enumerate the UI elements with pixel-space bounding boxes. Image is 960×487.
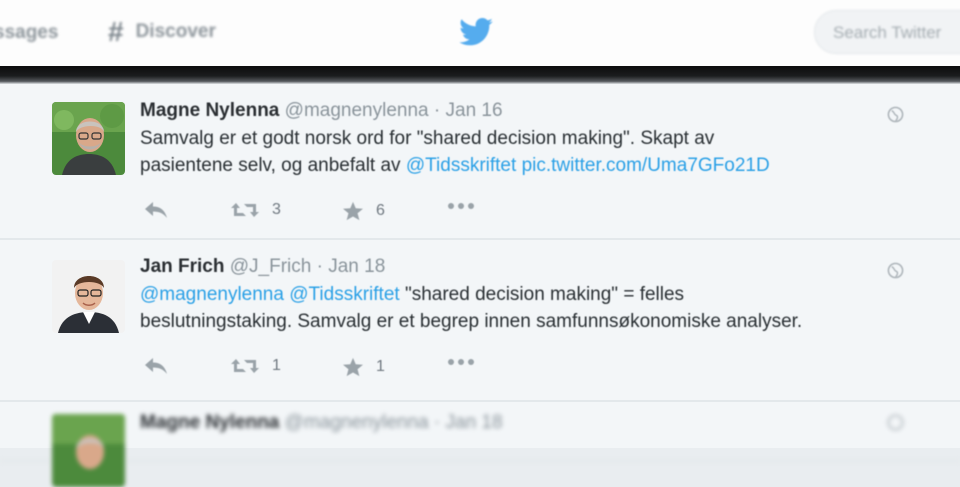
mention-link[interactable]: @Tidsskriftet — [406, 155, 516, 176]
header-shadow — [0, 66, 960, 84]
retweet-button[interactable]: 3 — [230, 201, 281, 219]
author-handle[interactable]: @magnenylenna — [285, 412, 429, 433]
nav-discover-label: Discover — [135, 21, 216, 42]
reply-button[interactable] — [144, 201, 168, 219]
author-name[interactable]: Jan Frich — [140, 256, 224, 277]
star-icon — [343, 357, 363, 377]
search-box[interactable] — [814, 10, 960, 54]
star-icon — [343, 201, 363, 221]
top-navigation-bar: ssages # Discover — [0, 0, 960, 68]
tweet-text-line: beslutningstaking. Samvalg er et begrep … — [140, 311, 803, 332]
mention-link[interactable]: @magnenylenna — [140, 284, 284, 305]
tweet-text: @magnenylenna @Tidsskriftet "shared deci… — [140, 281, 900, 335]
avatar[interactable] — [52, 102, 125, 175]
tweet-content: Magne Nylenna @magnenylenna · Jan 18 — [140, 410, 900, 436]
timeline: Magne Nylenna @magnenylenna · Jan 16 Sam… — [0, 84, 960, 487]
favorite-button[interactable]: 1 — [342, 357, 385, 377]
globe-icon — [887, 106, 904, 123]
tweet-text-line: pasientene selv, og anbefalt av — [140, 155, 406, 176]
more-button[interactable] — [446, 201, 476, 211]
hashtag-icon: # — [108, 16, 124, 47]
tweet-actions: 3 6 — [140, 201, 900, 231]
nav-discover-link[interactable]: # Discover — [108, 18, 216, 46]
favorite-button[interactable]: 6 — [342, 201, 385, 221]
reply-button[interactable] — [144, 357, 168, 375]
tweet-content: Magne Nylenna @magnenylenna · Jan 16 Sam… — [140, 98, 900, 231]
reply-icon — [145, 202, 167, 218]
globe-icon — [887, 414, 904, 431]
retweet-count: 1 — [272, 357, 281, 374]
more-icon — [448, 203, 474, 209]
pic-link[interactable]: pic.twitter.com/Uma7GFo21D — [522, 155, 770, 176]
nav-messages-link[interactable]: ssages — [0, 22, 58, 44]
search-input[interactable] — [833, 23, 960, 43]
tweet-actions: 1 1 — [140, 357, 900, 387]
retweet-button[interactable]: 1 — [230, 357, 281, 375]
globe-icon — [887, 262, 904, 279]
tweet[interactable]: Jan Frich @J_Frich · Jan 18 @magnenylenn… — [0, 240, 960, 402]
author-handle[interactable]: @J_Frich — [230, 256, 312, 277]
avatar[interactable] — [52, 260, 125, 333]
tweet-text-line: Samvalg er et godt norsk ord for "shared… — [140, 128, 715, 149]
tweet-date[interactable]: · Jan 18 — [434, 412, 503, 433]
favorite-count: 6 — [376, 202, 385, 219]
tweet-text: Samvalg er et godt norsk ord for "shared… — [140, 125, 900, 179]
reply-icon — [145, 358, 167, 374]
tweet[interactable]: Magne Nylenna @magnenylenna · Jan 18 — [0, 402, 960, 487]
retweet-icon — [231, 203, 259, 217]
tweet-date[interactable]: · Jan 18 — [317, 256, 386, 277]
retweet-icon — [231, 359, 259, 373]
tweet-header: Magne Nylenna @magnenylenna · Jan 16 — [140, 98, 900, 124]
tweet-header: Jan Frich @J_Frich · Jan 18 — [140, 254, 900, 280]
author-name[interactable]: Magne Nylenna — [140, 100, 279, 121]
author-handle[interactable]: @magnenylenna — [285, 100, 429, 121]
twitter-bird-icon[interactable] — [459, 18, 493, 51]
tweet-header: Magne Nylenna @magnenylenna · Jan 18 — [140, 410, 900, 436]
tweet[interactable]: Magne Nylenna @magnenylenna · Jan 16 Sam… — [0, 84, 960, 240]
favorite-count: 1 — [376, 358, 385, 375]
more-icon — [448, 359, 474, 365]
more-button[interactable] — [446, 357, 476, 367]
avatar[interactable] — [52, 414, 125, 487]
author-name[interactable]: Magne Nylenna — [140, 412, 279, 433]
retweet-count: 3 — [272, 201, 281, 218]
mention-link[interactable]: @Tidsskriftet — [289, 284, 399, 305]
tweet-content: Jan Frich @J_Frich · Jan 18 @magnenylenn… — [140, 254, 900, 387]
tweet-date[interactable]: · Jan 16 — [434, 100, 503, 121]
tweet-text-line: "shared decision making" = felles — [404, 284, 685, 305]
